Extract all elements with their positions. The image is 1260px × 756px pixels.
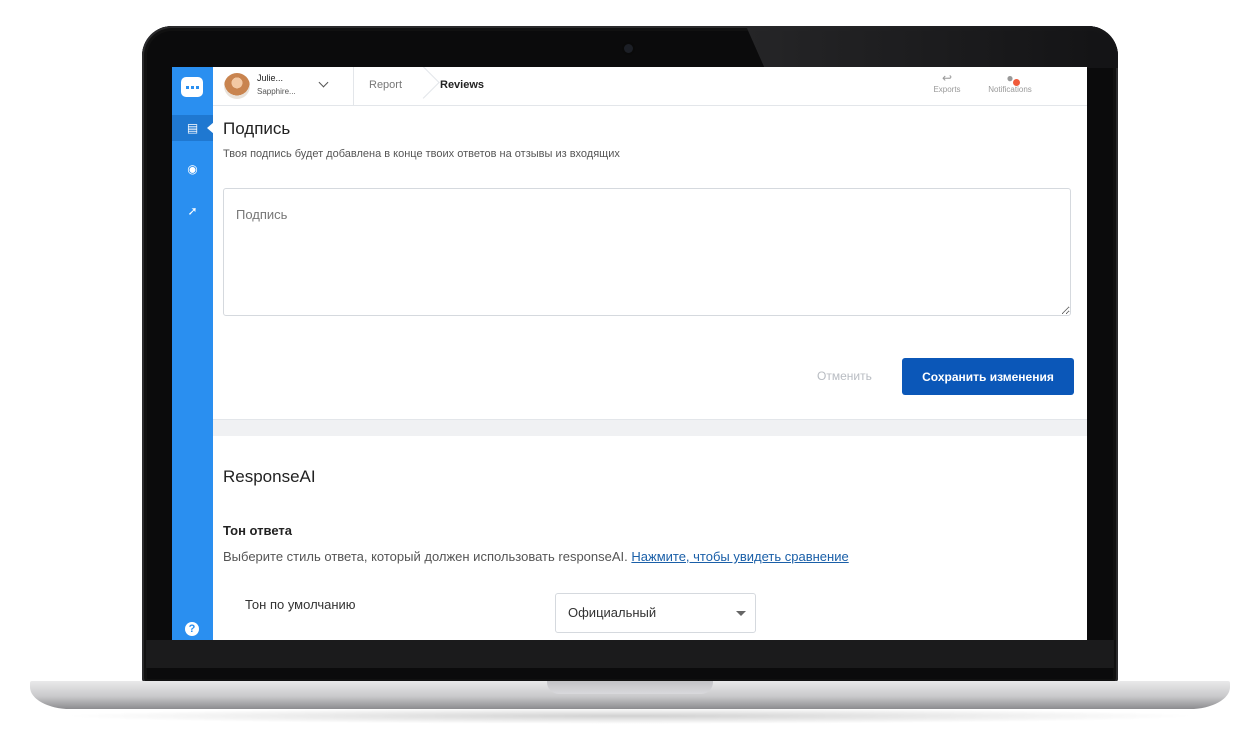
- sidebar: ▤ ◉ ➚ ?: [172, 67, 214, 640]
- tone-description: Выберите стиль ответа, который должен ис…: [223, 549, 849, 564]
- breadcrumb-separator: [407, 67, 440, 99]
- default-tone-select[interactable]: Официальный: [555, 593, 756, 633]
- cancel-button[interactable]: Отменить: [817, 369, 872, 383]
- notifications-button[interactable]: ● Notifications: [980, 71, 1040, 94]
- signature-description: Твоя подпись будет добавлена в конце тво…: [223, 148, 620, 160]
- help-icon[interactable]: ?: [185, 622, 199, 636]
- webcam: [624, 44, 633, 53]
- comparison-link[interactable]: Нажмите, чтобы увидеть сравнение: [631, 549, 848, 564]
- avatar[interactable]: [224, 73, 250, 99]
- breadcrumb-reviews[interactable]: Reviews: [440, 79, 484, 91]
- user-organization: Sapphire...: [257, 87, 296, 96]
- settings-content: Подпись Твоя подпись будет добавлена в к…: [213, 106, 1087, 640]
- notification-badge: [1013, 79, 1020, 86]
- tone-title: Тон ответа: [223, 523, 292, 538]
- save-button[interactable]: Сохранить изменения: [902, 358, 1074, 395]
- divider: [353, 67, 354, 105]
- app-logo-icon[interactable]: [181, 77, 203, 97]
- signature-title: Подпись: [223, 119, 291, 138]
- bed-icon: ▤: [186, 121, 199, 135]
- sidebar-item-growth[interactable]: ➚: [172, 198, 213, 224]
- rocket-icon: ➚: [187, 204, 198, 218]
- user-name: Julie...: [257, 73, 284, 83]
- exports-label: Exports: [933, 85, 961, 94]
- app-screen: ▤ ◉ ➚ ? Julie... Sapphire... Report Revi…: [172, 67, 1087, 640]
- laptop-notch: [547, 681, 713, 694]
- export-icon: ↩: [941, 71, 953, 85]
- chevron-down-icon[interactable]: [318, 77, 329, 88]
- bell-icon: ●: [1006, 71, 1014, 85]
- bezel-reflection: [746, 26, 1118, 68]
- top-bar: Julie... Sapphire... Report Reviews ↩ Ex…: [213, 67, 1087, 106]
- section-divider: [213, 419, 1087, 436]
- sidebar-item-restaurant[interactable]: ◉: [172, 156, 213, 182]
- default-tone-label: Тон по умолчанию: [245, 597, 356, 612]
- responseai-title: ResponseAI: [223, 467, 316, 486]
- default-tone-value: Официальный: [568, 605, 657, 620]
- notifications-label: Notifications: [988, 85, 1032, 94]
- tone-description-text: Выберите стиль ответа, который должен ис…: [223, 549, 632, 564]
- breadcrumb-report[interactable]: Report: [369, 79, 402, 91]
- caret-down-icon: [736, 611, 746, 616]
- exports-button[interactable]: ↩ Exports: [917, 71, 977, 94]
- bezel-bottom: [146, 640, 1114, 668]
- laptop-shadow: [60, 708, 1200, 724]
- signature-input[interactable]: [223, 188, 1071, 316]
- dining-icon: ◉: [187, 162, 198, 176]
